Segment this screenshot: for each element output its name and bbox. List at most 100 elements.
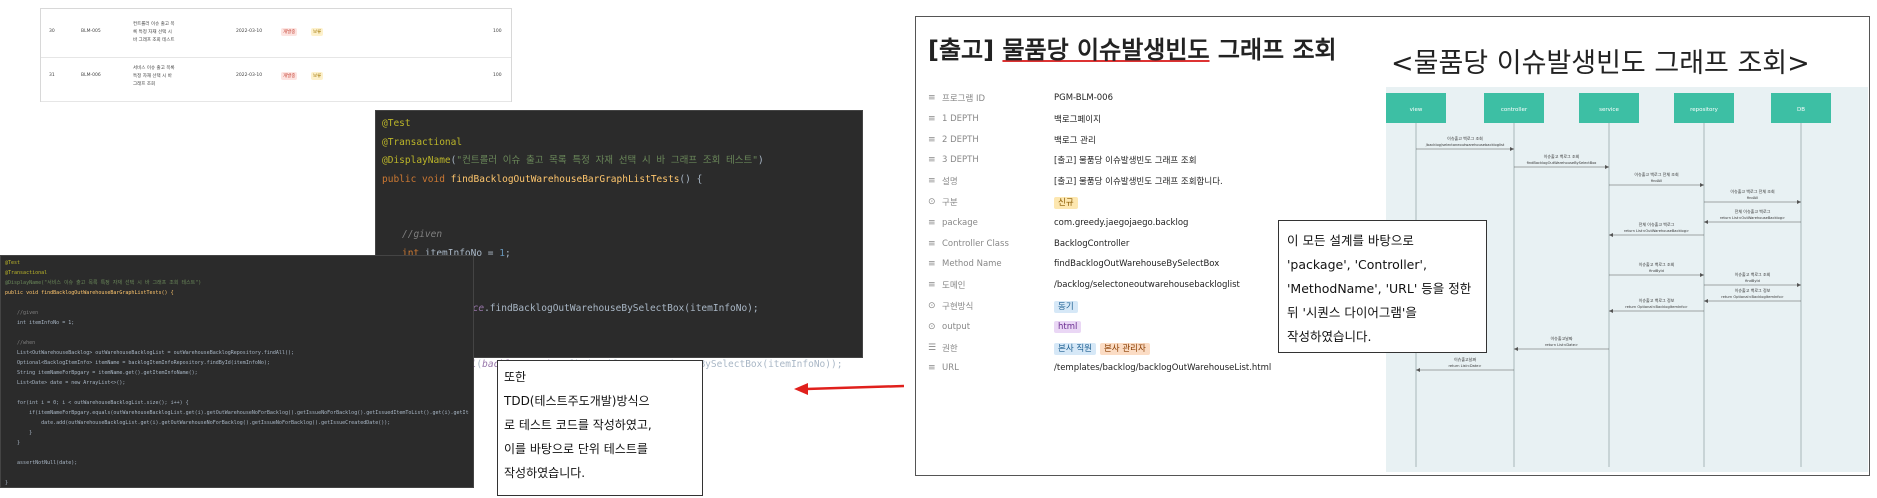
arrow-head-icon xyxy=(1700,273,1704,277)
sequence-title: <물품당 이슈발생빈도 그래프 조회> xyxy=(1391,48,1810,79)
message-label: 이슈출고 백로그 전체 조회 xyxy=(1730,188,1775,194)
note-line: 이 모든 설계를 바탕으로 xyxy=(1287,233,1414,248)
property-tag: 본사 관리자 xyxy=(1099,342,1150,355)
property-value: 동기 xyxy=(1054,300,1082,313)
property-value: findBacklogOutWarehouseBySelectBox xyxy=(1054,259,1220,270)
property-row: ≡ 2 DEPTH 백로그 관리 xyxy=(928,129,1096,151)
table-row: 30 BLM-005 컨트롤러 이슈 출고 목 록 특정 자재 선택 시 바 그… xyxy=(41,17,511,58)
status-badge: 개발중 xyxy=(281,72,298,80)
arrow-head-icon xyxy=(1700,183,1704,187)
code-line: if(itemNameForBpgary.equals(outWarehouse… xyxy=(29,410,469,416)
property-label: package xyxy=(942,217,978,228)
keyword: public void xyxy=(382,173,451,185)
message-label: return Optional<BacklogItemInfo> xyxy=(1721,295,1784,299)
property-tag: 동기 xyxy=(1054,301,1078,313)
code-line: @DisplayName("컨트롤러 이슈 출고 목록 특정 자재 선택 시 바… xyxy=(382,155,764,166)
arrow-head-icon xyxy=(1605,165,1609,169)
property-value: [출고] 물품당 이슈발생빈도 그래프 조회합니다. xyxy=(1054,177,1223,188)
annotation: @DisplayName xyxy=(382,155,451,166)
note-line: 또한 xyxy=(504,370,527,384)
property-row: ≡ Controller Class BacklogController xyxy=(928,233,1129,255)
code-comment: //given xyxy=(402,229,443,240)
arrow-head-icon xyxy=(1704,299,1708,303)
property-value: [출고] 물품당 이슈발생빈도 그래프 조회 xyxy=(1054,156,1197,167)
code-line: //given xyxy=(5,310,39,316)
property-tag: 본사 직원 xyxy=(1054,342,1096,355)
tdd-note: 또한 TDD(테스트주도개발)방식으 로 테스트 코드를 작성하였고, 이를 바… xyxy=(497,360,703,496)
property-row: ≡ URL/templates/backlog/backlogOutWarehou… xyxy=(928,357,1271,379)
method-name: findBacklogOutWarehouseBarGraphListTests xyxy=(450,173,680,185)
text-property-icon: ≡ xyxy=(928,280,936,291)
text-property-icon: ☰ xyxy=(928,342,937,353)
text-property-icon: ≡ xyxy=(928,134,936,145)
message-label: return Optional<BacklogItemInfo> xyxy=(1625,305,1688,309)
row-text: 서비스 이슈 출고 목록 xyxy=(133,66,175,71)
status-badge: 개발중 xyxy=(281,28,298,36)
property-value: 백로그페이지 xyxy=(1054,114,1101,125)
message-label: 이슈출고 백로그 정보 xyxy=(1735,287,1771,293)
message-label: 이슈출고 백로그 정보 xyxy=(1639,297,1675,303)
code-line: int itemInfoNo = 1; xyxy=(5,320,75,326)
property-row: ≡ 1 DEPTH 백로그페이지 xyxy=(928,108,1101,130)
note-line: 이를 바탕으로 단위 테스트를 xyxy=(504,442,648,456)
service-test-code: @Test @Transactional @DisplayName("서비스 이슈 … xyxy=(0,255,474,488)
select-property-icon: ⊙ xyxy=(928,197,936,207)
text-property-icon: ≡ xyxy=(928,155,936,166)
property-tag: html xyxy=(1054,320,1082,333)
code-line: Optional<BacklogItemInfo> itemName = bac… xyxy=(5,360,270,366)
message-label: /backlog/selectoneoutwarehousebackloglis… xyxy=(1426,143,1505,147)
property-label: Controller Class xyxy=(942,238,1009,249)
arrow-head-icon xyxy=(1416,368,1420,372)
property-row: ⊙ 구현방식 동기 xyxy=(928,295,1082,317)
property-label: 도메인 xyxy=(942,281,966,292)
code-line: //when xyxy=(5,340,36,346)
property-value: com.greedy.jaegojaego.backlog xyxy=(1054,217,1189,228)
code-line: public void findBacklogOutWarehouseBarGr… xyxy=(5,290,174,296)
participant-label: controller xyxy=(1501,107,1528,113)
spec-title: [출고] 물품당 이슈발생빈도 그래프 조회 xyxy=(928,35,1378,65)
arrow-head-icon xyxy=(1510,147,1514,151)
message-label: 전체 이슈출고 백로그 xyxy=(1735,208,1771,214)
property-row: ⊙ 구분 신규 xyxy=(928,191,1082,213)
property-value: /backlog/selectoneoutwarehousebackloglis… xyxy=(1054,280,1240,291)
note-line: 뒤 '시퀀스 다이어그램'을 xyxy=(1287,305,1417,320)
code-line: @Test xyxy=(382,118,411,129)
property-label: 설명 xyxy=(942,177,958,188)
message-label: findById xyxy=(1649,269,1664,273)
participant-label: view xyxy=(1410,107,1423,113)
text-property-icon: ≡ xyxy=(928,176,936,187)
design-note: 이 모든 설계를 바탕으로 'package', 'Controller', '… xyxy=(1278,220,1487,353)
note-line: 작성하였습니다. xyxy=(1287,329,1372,344)
row-pct: 100 xyxy=(493,73,502,78)
code-line: List<Date> date = new ArrayList<>(); xyxy=(5,380,126,386)
property-value: BacklogController xyxy=(1054,238,1130,249)
participant-label: repository xyxy=(1690,107,1719,113)
message-label: 전체 이슈출고 백로그 xyxy=(1639,221,1675,227)
arrow-head-icon xyxy=(1609,309,1613,313)
title-suffix: 그래프 조회 xyxy=(1209,36,1337,64)
message-label: findById xyxy=(1745,279,1760,283)
arrow-head-icon xyxy=(1609,233,1613,237)
code-line: assertNotNull(date); xyxy=(5,460,78,466)
text-property-icon: ≡ xyxy=(928,93,936,103)
number-literal: 1 xyxy=(499,247,505,259)
table-row: 31 BLM-006 서비스 이슈 출고 목록 특정 자재 선택 시 바 그래프… xyxy=(41,61,511,102)
code-line: @Transactional xyxy=(5,270,48,276)
property-label: 구현방식 xyxy=(942,302,974,312)
code-line: public void findBacklogOutWarehouseBarGr… xyxy=(382,171,856,190)
code-line: } xyxy=(5,440,21,446)
property-row: ≡ 프로그램 ID PGM-BLM-006 xyxy=(928,87,1113,109)
arrow-head-icon xyxy=(1514,347,1518,351)
code-line: date.add(outWarehouseBacklogList.get(i).… xyxy=(5,420,391,426)
property-value: html xyxy=(1054,320,1085,333)
property-row: ☰ 권한 본사 직원 본사 관리자 xyxy=(928,337,1154,359)
code-line: @Transactional xyxy=(382,136,463,148)
property-row: ≡ 설명 [출고] 물품당 이슈발생빈도 그래프 조회합니다. xyxy=(928,170,1223,192)
code-line: } xyxy=(5,430,33,436)
message-label: 이슈출고 백로그 전체 조회 xyxy=(1634,171,1679,177)
property-label: output xyxy=(942,321,971,332)
